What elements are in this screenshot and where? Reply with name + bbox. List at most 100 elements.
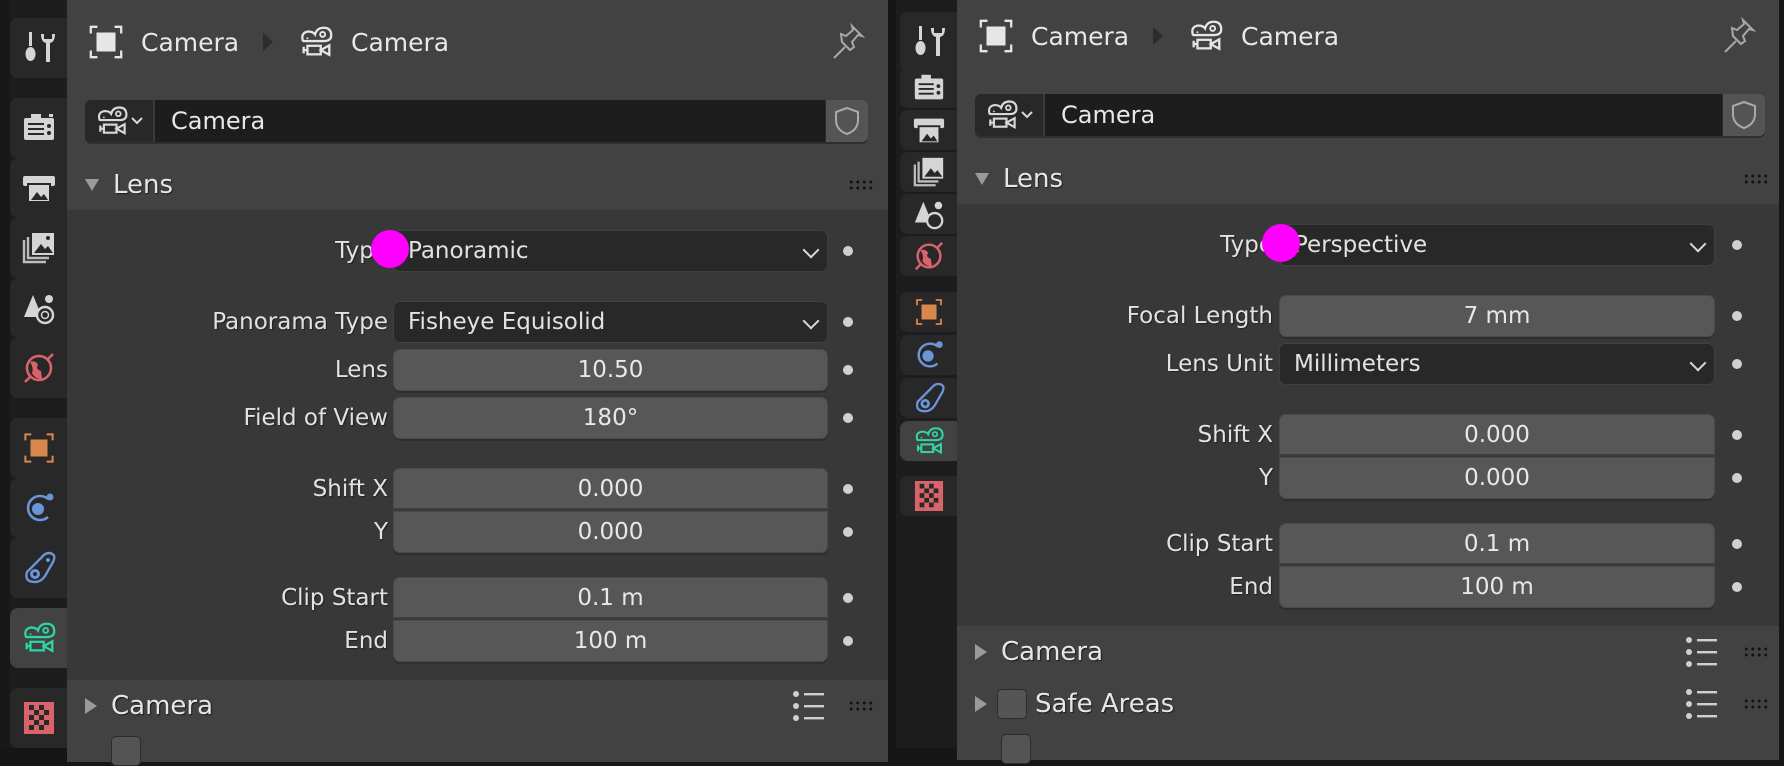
tab-view-layer[interactable] — [10, 218, 67, 278]
keyframe-dot[interactable] — [1732, 582, 1742, 592]
panorama-type-dropdown[interactable]: Fisheye Equisolid — [393, 301, 828, 343]
safe-areas-subpanel-header[interactable]: Safe Areas — [957, 678, 1779, 730]
subpanel-checkbox[interactable] — [111, 736, 141, 766]
tab-view-layer[interactable] — [900, 152, 957, 192]
tab-object[interactable] — [900, 292, 957, 332]
type-dropdown[interactable]: Perspective — [1279, 224, 1715, 266]
keyframe-dot[interactable] — [843, 484, 853, 494]
scene-icon — [23, 295, 54, 325]
physics-icon — [917, 341, 943, 368]
tab-object[interactable] — [10, 418, 67, 478]
shift-x-label: Shift X — [1197, 422, 1273, 448]
shift-y-field[interactable]: 0.000 — [393, 511, 828, 553]
scene-icon — [914, 201, 943, 230]
camera-subpanel-header[interactable]: Camera — [957, 626, 1779, 678]
camera-data-icon — [297, 23, 335, 61]
drag-handle-icon[interactable] — [1743, 173, 1769, 185]
tab-camera-data[interactable] — [900, 421, 957, 461]
presets-list-icon[interactable] — [792, 690, 826, 722]
tab-texture[interactable] — [900, 476, 957, 516]
keyframe-dot[interactable] — [843, 413, 853, 423]
clip-start-field[interactable]: 0.1 m — [1279, 523, 1715, 565]
tab-render[interactable] — [900, 68, 957, 108]
fov-field[interactable]: 180° — [393, 397, 828, 439]
subpanel-checkbox[interactable] — [1001, 734, 1031, 764]
keyframe-dot[interactable] — [1732, 311, 1742, 321]
tab-physics[interactable] — [900, 335, 957, 375]
tab-camera-data[interactable] — [10, 608, 67, 668]
physics-icon — [26, 493, 53, 522]
fake-user-button[interactable] — [1722, 94, 1765, 136]
camera-subpanel-header[interactable]: Camera — [67, 680, 888, 732]
tab-output[interactable] — [900, 110, 957, 150]
tab-constraints[interactable] — [10, 538, 67, 598]
shift-x-field[interactable]: 0.000 — [393, 468, 828, 510]
keyframe-dot[interactable] — [1732, 473, 1742, 483]
clip-end-field[interactable]: 100 m — [393, 620, 828, 662]
render-icon — [23, 114, 54, 140]
tab-texture[interactable] — [10, 688, 67, 748]
tab-tool[interactable] — [900, 12, 957, 72]
presets-list-icon[interactable] — [1685, 688, 1719, 720]
object-icon — [22, 431, 56, 465]
lens-panel-header[interactable]: Lens — [67, 160, 888, 210]
browse-camera-data-button[interactable] — [975, 94, 1045, 136]
lens-field[interactable]: 10.50 — [393, 349, 828, 391]
shift-y-label: Y — [373, 519, 388, 545]
focal-length-label: Focal Length — [1126, 303, 1273, 329]
tab-scene[interactable] — [10, 278, 67, 338]
pin-icon[interactable] — [1719, 16, 1759, 56]
type-dropdown[interactable]: Panoramic — [393, 230, 828, 272]
header-bar: Camera Camera — [67, 0, 888, 90]
keyframe-dot[interactable] — [843, 527, 853, 537]
tab-world[interactable] — [900, 236, 957, 276]
lens-unit-dropdown[interactable]: Millimeters — [1279, 343, 1715, 385]
lens-unit-label: Lens Unit — [1165, 351, 1273, 377]
tab-world[interactable] — [10, 338, 67, 398]
chevron-down-icon — [1689, 235, 1707, 253]
drag-handle-icon[interactable] — [848, 700, 874, 712]
tab-tool[interactable] — [10, 18, 67, 78]
chevron-down-icon — [802, 241, 820, 259]
keyframe-dot[interactable] — [843, 593, 853, 603]
shift-y-field[interactable]: 0.000 — [1279, 457, 1715, 499]
lens-panel-header[interactable]: Lens — [957, 154, 1779, 204]
keyframe-dot[interactable] — [843, 365, 853, 375]
safe-areas-checkbox[interactable] — [997, 689, 1027, 719]
keyframe-dot[interactable] — [1732, 240, 1742, 250]
properties-editor-left: Camera Camera Camera Lens Type Panoramic… — [0, 0, 888, 766]
pin-icon[interactable] — [828, 22, 868, 62]
fake-user-button[interactable] — [825, 100, 868, 142]
tab-render[interactable] — [10, 98, 67, 158]
drag-handle-icon[interactable] — [1743, 698, 1769, 710]
camera-data-icon — [984, 97, 1020, 133]
tab-constraints[interactable] — [900, 378, 957, 418]
panorama-type-row: Panorama Type Fisheye Equisolid — [67, 301, 888, 343]
keyframe-dot[interactable] — [843, 317, 853, 327]
keyframe-dot[interactable] — [843, 636, 853, 646]
tab-output[interactable] — [10, 158, 67, 218]
datablock-name-field[interactable]: Camera — [1045, 94, 1722, 136]
keyframe-dot[interactable] — [1732, 539, 1742, 549]
drag-handle-icon[interactable] — [848, 179, 874, 191]
shift-x-row: Shift X 0.000 — [957, 414, 1779, 456]
shift-x-field[interactable]: 0.000 — [1279, 414, 1715, 456]
focal-length-field[interactable]: 7 mm — [1279, 295, 1715, 337]
presets-list-icon[interactable] — [1685, 636, 1719, 668]
tab-scene[interactable] — [900, 194, 957, 234]
keyframe-dot[interactable] — [1732, 359, 1742, 369]
shift-x-label: Shift X — [312, 476, 388, 502]
clip-start-field[interactable]: 0.1 m — [393, 577, 828, 619]
keyframe-dot[interactable] — [843, 246, 853, 256]
datablock-name-field[interactable]: Camera — [155, 100, 825, 142]
clip-end-field[interactable]: 100 m — [1279, 566, 1715, 608]
object-icon — [977, 17, 1015, 55]
next-subpanel-header[interactable] — [957, 730, 1779, 764]
drag-handle-icon[interactable] — [1743, 646, 1769, 658]
tab-physics[interactable] — [10, 478, 67, 538]
browse-camera-data-button[interactable] — [85, 100, 155, 142]
lens-panel-body: Type Perspective Focal Length 7 mm Lens … — [957, 204, 1779, 626]
next-subpanel-header[interactable] — [67, 732, 888, 766]
keyframe-dot[interactable] — [1732, 430, 1742, 440]
world-icon — [914, 241, 943, 271]
